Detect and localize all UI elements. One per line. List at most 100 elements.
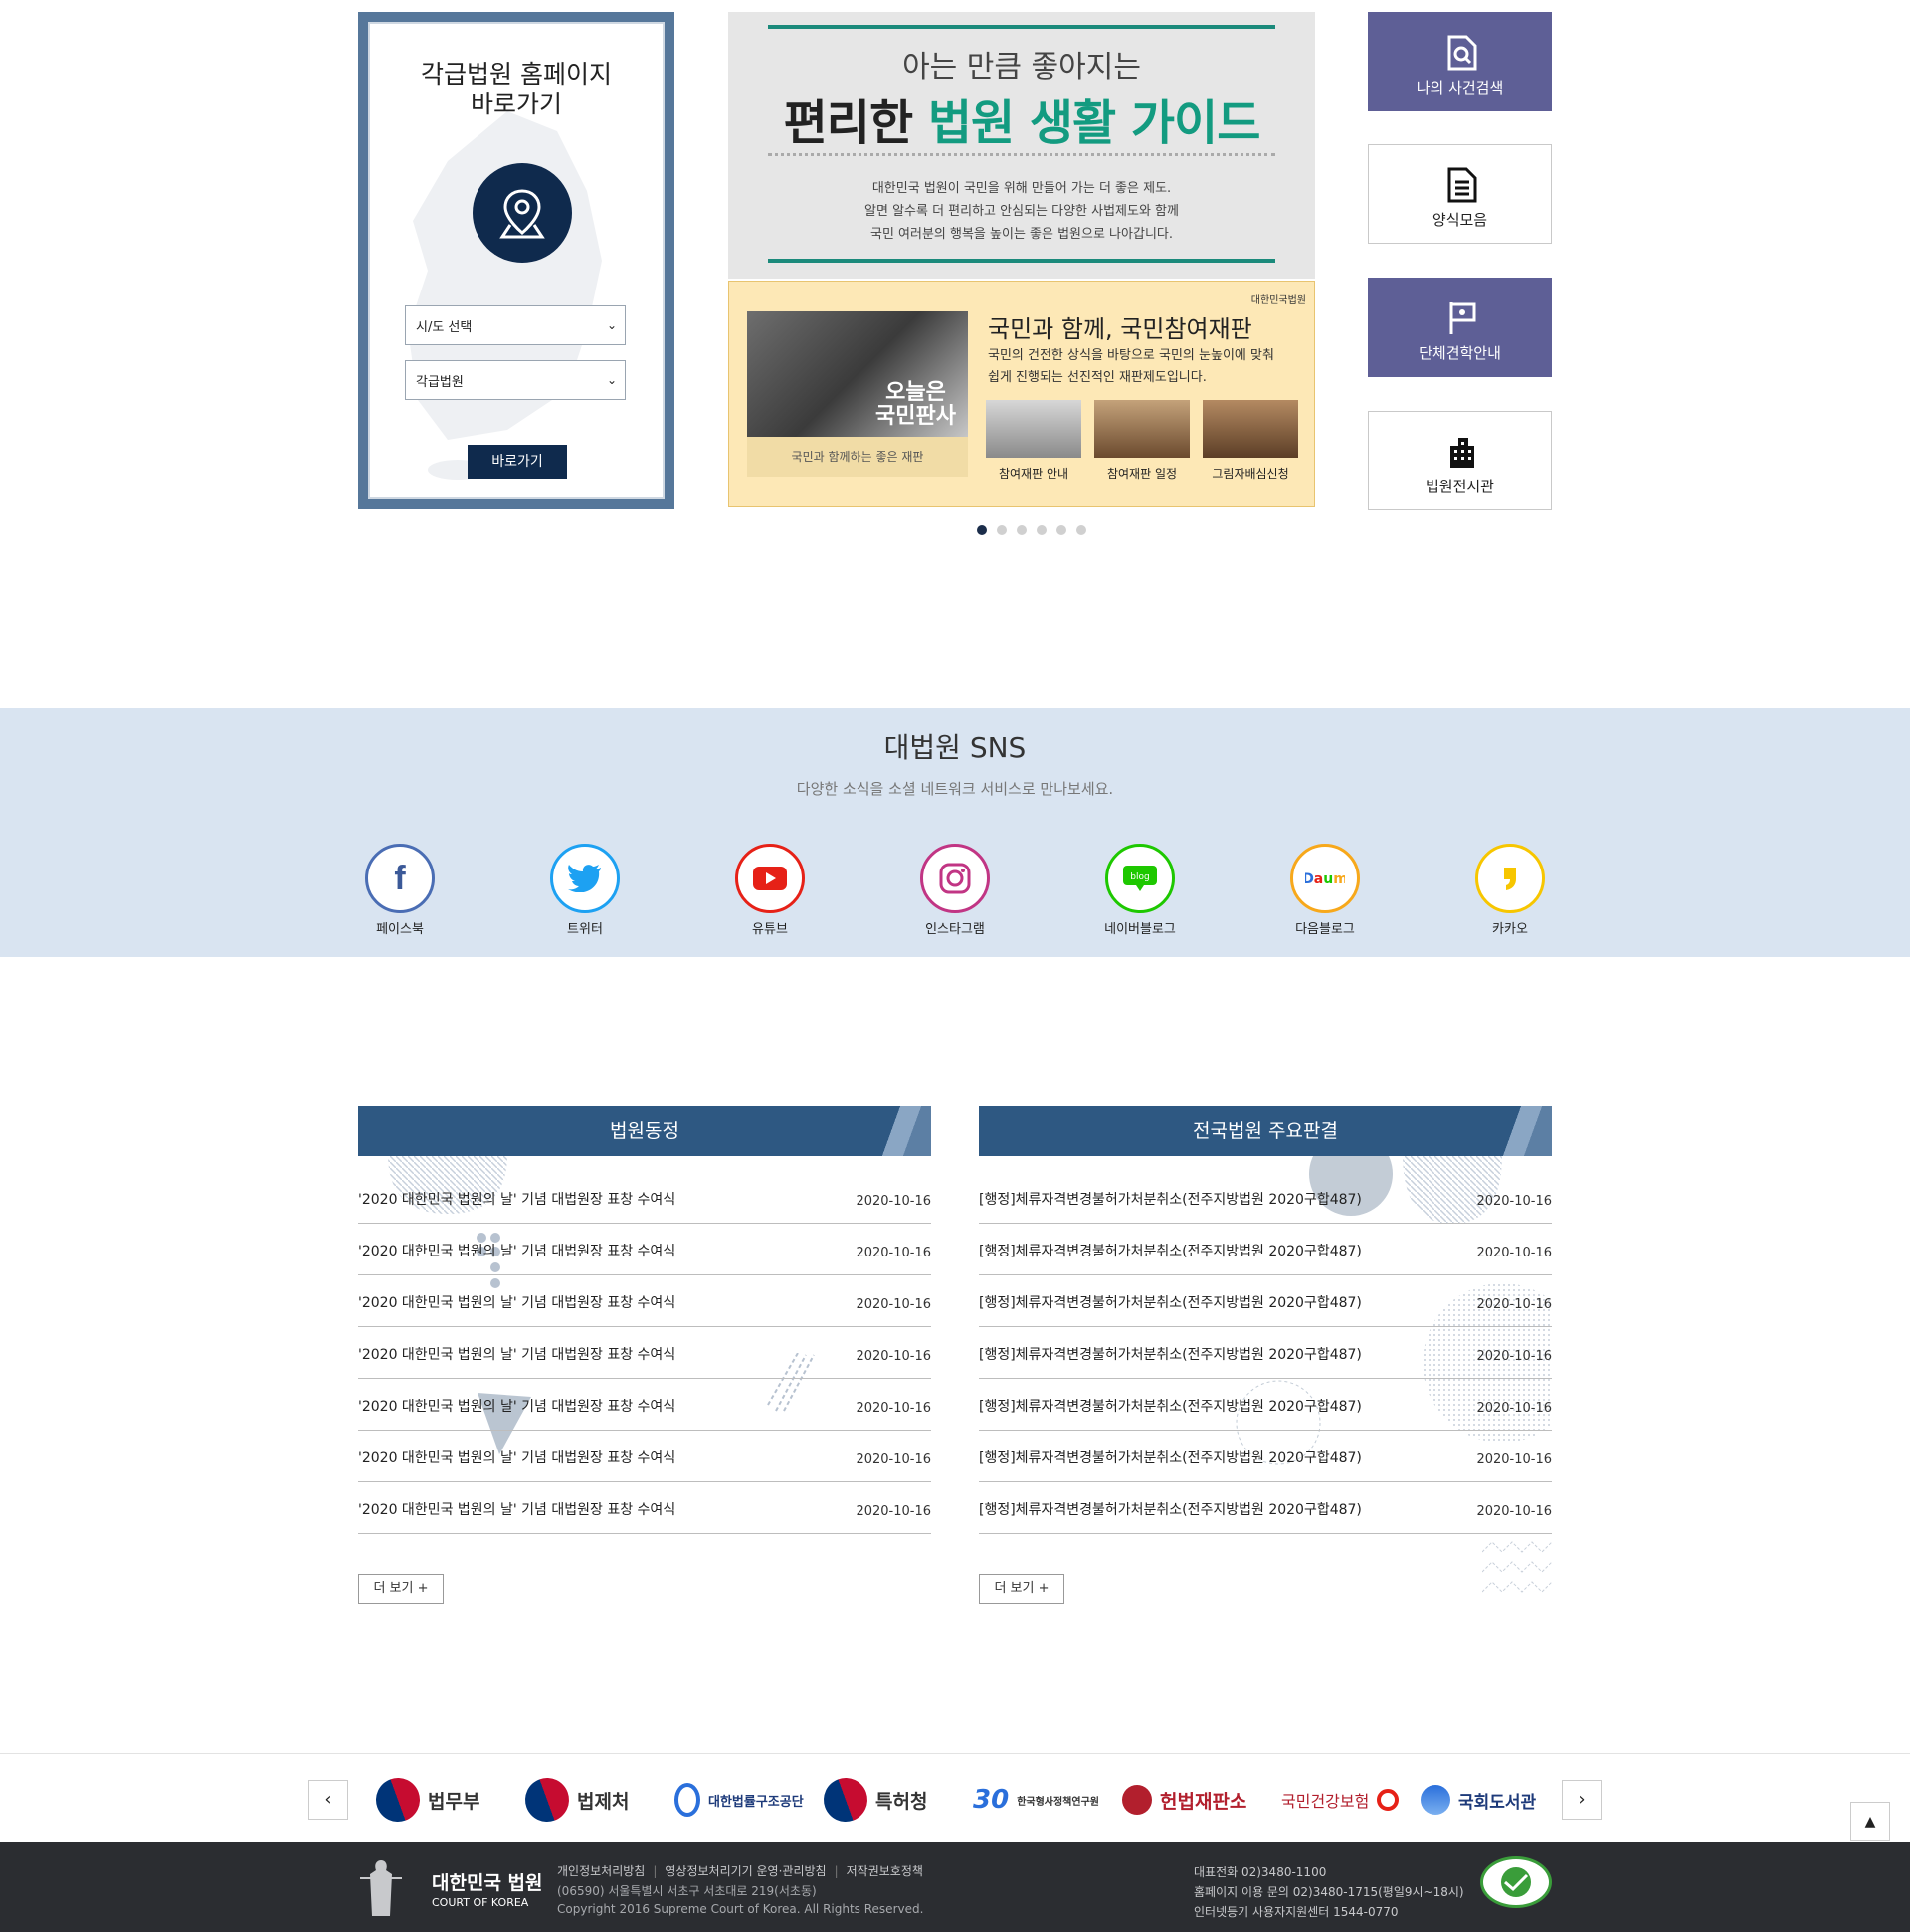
- jury-trial-banner[interactable]: 대한민국법원 오늘은 국민판사 국민과 함께하는 좋은 재판 국민과 함께, 국…: [728, 281, 1315, 507]
- sns-section: 대법원 SNS 다양한 소식을 소셜 네트워크 서비스로 만나보세요. f 페이…: [0, 708, 1910, 957]
- list-item[interactable]: '2020 대한민국 법원의 날' 기념 대법원장 표창 수여식 2020-10-…: [358, 1275, 931, 1327]
- document-icon: [1447, 167, 1477, 203]
- news-more-button[interactable]: 더 보기 +: [358, 1574, 444, 1604]
- arrow-up-icon: ▲: [1864, 1814, 1876, 1830]
- trial-thumb-label[interactable]: 참여재판 안내: [986, 465, 1081, 482]
- quick-link-group-tour[interactable]: 단체견학안내: [1368, 278, 1552, 377]
- footer-link-privacy[interactable]: 개인정보처리방침: [557, 1864, 645, 1878]
- carousel-dot[interactable]: [997, 525, 1007, 535]
- trial-thumb-image[interactable]: [1203, 400, 1298, 458]
- naver-blog-icon: blog: [1105, 844, 1175, 913]
- partner-nhis[interactable]: 국민건강보험: [1281, 1778, 1400, 1822]
- sns-label: 다음블로그: [1295, 922, 1355, 937]
- partner-moj[interactable]: 법무부: [369, 1771, 479, 1829]
- guide-desc-line: 알면 알수록 더 편리하고 안심되는 다양한 사법제도와 함께: [864, 204, 1179, 219]
- carousel-dot[interactable]: [1017, 525, 1027, 535]
- partner-next-button[interactable]: ›: [1562, 1780, 1602, 1820]
- scroll-top-button[interactable]: ▲: [1850, 1802, 1890, 1841]
- carousel-dot[interactable]: [1037, 525, 1047, 535]
- partner-moleg[interactable]: 법제처: [518, 1771, 629, 1829]
- carousel-dot[interactable]: [1056, 525, 1066, 535]
- court-of-korea-logo[interactable]: 대한민국 법원 COURT OF KOREA: [356, 1856, 565, 1920]
- legal-aid-logo-icon: [674, 1783, 700, 1817]
- list-item-date: 2020-10-16: [1476, 1297, 1552, 1312]
- guide-top-rule: [768, 25, 1275, 29]
- decorative-zigzag: [1482, 1541, 1552, 1593]
- sns-youtube[interactable]: 유튜브: [710, 844, 830, 937]
- sns-facebook[interactable]: f 페이스북: [340, 844, 460, 937]
- quick-link-label: 법원전시관: [1425, 478, 1494, 495]
- footer-links: 개인정보처리방침 | 영상정보처리기기 운영·관리방침 | 저작권보호정책: [557, 1862, 923, 1879]
- list-item[interactable]: [행정]체류자격변경불허가처분취소(전주지방법원 2020구합487) 2020-…: [979, 1275, 1552, 1327]
- youtube-icon: [735, 844, 805, 913]
- justice-statue-icon: [360, 1860, 402, 1916]
- list-item[interactable]: [행정]체류자격변경불허가처분취소(전주지방법원 2020구합487) 2020-…: [979, 1224, 1552, 1275]
- sns-label: 트위터: [567, 922, 603, 937]
- court-news-panel: 법원동정 '2020 대한민국 법원의 날' 기념 대법원장 표창 수여식 202…: [358, 1106, 931, 1534]
- rulings-more-button[interactable]: 더 보기 +: [979, 1574, 1064, 1604]
- quick-link-exhibition[interactable]: 법원전시관: [1368, 411, 1552, 510]
- web-accessibility-mark-icon[interactable]: [1480, 1856, 1552, 1908]
- quick-link-case-search[interactable]: 나의 사건검색: [1368, 12, 1552, 111]
- quick-link-forms[interactable]: 양식모음: [1368, 144, 1552, 244]
- partner-label: 한국형사정책연구원: [1017, 1796, 1099, 1808]
- rulings-panel: 전국법원 주요판결 [행정]체류자격변경불허가처분취소(전주지방법원 2020구…: [979, 1106, 1552, 1534]
- list-item[interactable]: '2020 대한민국 법원의 날' 기념 대법원장 표창 수여식 2020-10-…: [358, 1224, 931, 1275]
- rulings-header[interactable]: 전국법원 주요판결: [979, 1106, 1552, 1156]
- list-item[interactable]: [행정]체류자격변경불허가처분취소(전주지방법원 2020구합487) 2020-…: [979, 1379, 1552, 1431]
- list-item-date: 2020-10-16: [856, 1297, 931, 1312]
- footer-link-copyright[interactable]: 저작권보호정책: [847, 1864, 923, 1878]
- carousel-dot[interactable]: [1076, 525, 1086, 535]
- trial-thumb-label[interactable]: 그림자배심신청: [1203, 465, 1298, 482]
- partner-label: 대한법률구조공단: [708, 1794, 804, 1810]
- list-item[interactable]: [행정]체류자격변경불허가처분취소(전주지방법원 2020구합487) 2020-…: [979, 1172, 1552, 1224]
- trial-thumb-label[interactable]: 참여재판 일정: [1094, 465, 1190, 482]
- sns-instagram[interactable]: 인스타그램: [895, 844, 1015, 937]
- partner-sites-bar: ‹ 법무부 법제처 대한법률구조공단 특허청 30 한국형사정책연구원 헌법재판소…: [0, 1753, 1910, 1842]
- list-item[interactable]: '2020 대한민국 법원의 날' 기념 대법원장 표창 수여식 2020-10-…: [358, 1379, 931, 1431]
- list-item[interactable]: '2020 대한민국 법원의 날' 기념 대법원장 표창 수여식 2020-10-…: [358, 1431, 931, 1482]
- carousel-dot-active[interactable]: [977, 525, 987, 535]
- location-pin-icon: [473, 163, 572, 263]
- list-item[interactable]: '2020 대한민국 법원의 날' 기념 대법원장 표창 수여식 2020-10-…: [358, 1172, 931, 1224]
- sns-naver-blog[interactable]: blog 네이버블로그: [1080, 844, 1200, 937]
- list-item[interactable]: '2020 대한민국 법원의 날' 기념 대법원장 표창 수여식 2020-10-…: [358, 1482, 931, 1534]
- court-select[interactable]: 각급법원 ⌄: [405, 360, 626, 400]
- court-go-button[interactable]: 바로가기: [468, 445, 567, 479]
- kakao-icon: [1475, 844, 1545, 913]
- list-item-title: [행정]체류자격변경불허가처분취소(전주지방법원 2020구합487): [979, 1450, 1362, 1466]
- list-item[interactable]: '2020 대한민국 법원의 날' 기념 대법원장 표창 수여식 2020-10-…: [358, 1327, 931, 1379]
- list-item[interactable]: [행정]체류자격변경불허가처분취소(전주지방법원 2020구합487) 2020-…: [979, 1327, 1552, 1379]
- footer-link-cctv[interactable]: 영상정보처리기기 운영·관리방침: [665, 1864, 826, 1878]
- list-item-title: [행정]체류자격변경불허가처분취소(전주지방법원 2020구합487): [979, 1502, 1362, 1518]
- trial-thumb-image[interactable]: [986, 400, 1081, 458]
- trial-thumb-image[interactable]: [1094, 400, 1190, 458]
- list-item-date: 2020-10-16: [856, 1504, 931, 1519]
- sns-daum-blog[interactable]: Daum 다음블로그: [1265, 844, 1385, 937]
- footer-inquiry: 홈페이지 이용 문의 02)3480-1715(평일9시~18시): [1194, 1885, 1464, 1899]
- court-news-header[interactable]: 법원동정: [358, 1106, 931, 1156]
- court-guide-banner[interactable]: 아는 만큼 좋아지는 편리한 법원 생활 가이드 대한민국 법원이 국민을 위해…: [728, 12, 1315, 279]
- partner-legal-aid[interactable]: 대한법률구조공단: [674, 1778, 804, 1822]
- sns-twitter[interactable]: 트위터: [525, 844, 645, 937]
- facebook-icon: f: [365, 844, 435, 913]
- partner-kicj[interactable]: 30 한국형사정책연구원: [973, 1778, 1099, 1822]
- court-select-value: 각급법원: [416, 374, 464, 390]
- region-select[interactable]: 시/도 선택 ⌄: [405, 305, 626, 345]
- guide-bottom-rule: [768, 259, 1275, 263]
- partner-prev-button[interactable]: ‹: [308, 1780, 348, 1820]
- partner-national-assembly-library[interactable]: 국회도서관: [1421, 1778, 1536, 1822]
- list-item-title: '2020 대한민국 법원의 날' 기념 대법원장 표창 수여식: [358, 1295, 676, 1311]
- partner-kipo[interactable]: 특허청: [817, 1771, 927, 1829]
- list-item[interactable]: [행정]체류자격변경불허가처분취소(전주지방법원 2020구합487) 2020-…: [979, 1482, 1552, 1534]
- sns-kakao[interactable]: 카카오: [1450, 844, 1570, 937]
- partner-constitutional-court[interactable]: 헌법재판소: [1122, 1778, 1246, 1822]
- sns-label: 네이버블로그: [1104, 922, 1176, 937]
- list-item-date: 2020-10-16: [856, 1349, 931, 1364]
- footer-phone: 대표전화 02)3480-1100: [1194, 1865, 1327, 1879]
- chevron-down-icon: ⌄: [606, 318, 617, 332]
- taegeuk-logo-icon: [817, 1771, 874, 1829]
- footer-address: (06590) 서울특별시 서초구 서초대로 219(서초동): [557, 1884, 817, 1898]
- list-item-title: '2020 대한민국 법원의 날' 기념 대법원장 표창 수여식: [358, 1502, 676, 1518]
- list-item[interactable]: [행정]체류자격변경불허가처분취소(전주지방법원 2020구합487) 2020-…: [979, 1431, 1552, 1482]
